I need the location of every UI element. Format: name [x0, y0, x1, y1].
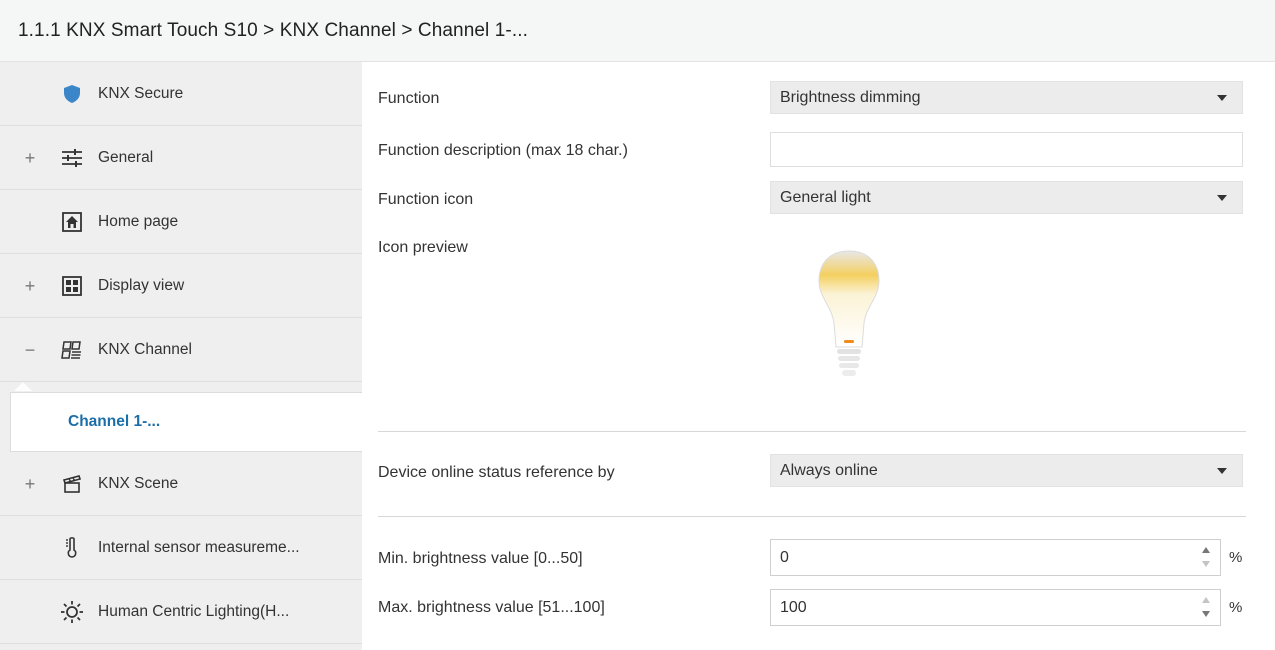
- grid-icon: [60, 274, 84, 298]
- sidebar-item-label: Channel 1-...: [68, 413, 161, 430]
- sidebar-item-channel-1[interactable]: Channel 1-...: [10, 392, 362, 452]
- function-select-value: Brightness dimming: [780, 88, 921, 106]
- sidebar-item-internal-sensor[interactable]: Internal sensor measureme...: [0, 516, 362, 580]
- expand-icon[interactable]: +: [24, 277, 36, 295]
- sidebar-item-label: Internal sensor measureme...: [98, 538, 300, 556]
- sidebar-item-label: Human Centric Lighting(H...: [98, 602, 290, 620]
- increment-arrow-icon[interactable]: [1202, 597, 1210, 603]
- function-description-input[interactable]: [770, 132, 1243, 167]
- sidebar: KNX Secure + General Home page + Display…: [0, 62, 362, 650]
- sidebar-item-label: Display view: [98, 276, 185, 294]
- max-brightness-label: Max. brightness value [51...100]: [378, 599, 605, 616]
- chevron-down-icon: [1217, 468, 1227, 474]
- max-brightness-unit: %: [1229, 599, 1243, 616]
- divider: [378, 516, 1246, 517]
- scene-icon: [60, 472, 84, 496]
- sun-icon: [60, 600, 84, 624]
- sidebar-item-knx-secure[interactable]: KNX Secure: [0, 62, 362, 126]
- sidebar-item-knx-scene[interactable]: + KNX Scene: [0, 452, 362, 516]
- min-brightness-value: 0: [780, 548, 789, 566]
- spinner[interactable]: [1200, 595, 1212, 621]
- sidebar-item-general[interactable]: + General: [0, 126, 362, 190]
- sidebar-item-human-centric-lighting[interactable]: Human Centric Lighting(H...: [0, 580, 362, 644]
- shield-icon: [60, 82, 84, 106]
- min-brightness-unit: %: [1229, 549, 1243, 566]
- function-icon-select[interactable]: General light: [770, 181, 1243, 214]
- icon-preview-label: Icon preview: [378, 239, 468, 256]
- online-status-select[interactable]: Always online: [770, 454, 1243, 487]
- home-icon: [60, 210, 84, 234]
- decrement-arrow-icon[interactable]: [1202, 561, 1210, 567]
- spinner[interactable]: [1200, 545, 1212, 571]
- light-bulb-icon: [818, 250, 880, 376]
- online-status-select-value: Always online: [780, 461, 878, 479]
- sliders-icon: [60, 146, 84, 170]
- divider: [378, 431, 1246, 432]
- sidebar-item-label: KNX Channel: [98, 340, 192, 358]
- title-bar: 1.1.1 KNX Smart Touch S10 > KNX Channel …: [0, 0, 1275, 62]
- sidebar-item-label: Home page: [98, 212, 179, 230]
- increment-arrow-icon[interactable]: [1202, 547, 1210, 553]
- online-status-label: Device online status reference by: [378, 464, 615, 481]
- max-brightness-value: 100: [780, 598, 807, 616]
- thermometer-icon: [60, 536, 84, 560]
- collapse-icon[interactable]: −: [24, 341, 36, 359]
- sidebar-item-home-page[interactable]: Home page: [0, 190, 362, 254]
- min-brightness-stepper[interactable]: 0: [770, 539, 1221, 576]
- selection-notch: [14, 382, 32, 391]
- function-icon-select-value: General light: [780, 188, 871, 206]
- expand-icon[interactable]: +: [24, 149, 36, 167]
- chevron-down-icon: [1217, 95, 1227, 101]
- function-description-label: Function description (max 18 char.): [378, 142, 628, 159]
- decrement-arrow-icon[interactable]: [1202, 611, 1210, 617]
- min-brightness-label: Min. brightness value [0...50]: [378, 550, 583, 567]
- parameter-panel: Function Brightness dimming Function des…: [362, 62, 1275, 650]
- function-label: Function: [378, 90, 440, 107]
- sidebar-item-label: General: [98, 148, 154, 166]
- sidebar-item-label: KNX Secure: [98, 84, 184, 102]
- channel-icon: [60, 338, 84, 362]
- function-select[interactable]: Brightness dimming: [770, 81, 1243, 114]
- breadcrumb: 1.1.1 KNX Smart Touch S10 > KNX Channel …: [18, 20, 528, 41]
- sidebar-item-knx-channel[interactable]: − KNX Channel: [0, 318, 362, 382]
- expand-icon[interactable]: +: [24, 475, 36, 493]
- function-icon-label: Function icon: [378, 191, 474, 208]
- sidebar-item-label: KNX Scene: [98, 474, 179, 492]
- chevron-down-icon: [1217, 195, 1227, 201]
- max-brightness-stepper[interactable]: 100: [770, 589, 1221, 626]
- sidebar-item-display-view[interactable]: + Display view: [0, 254, 362, 318]
